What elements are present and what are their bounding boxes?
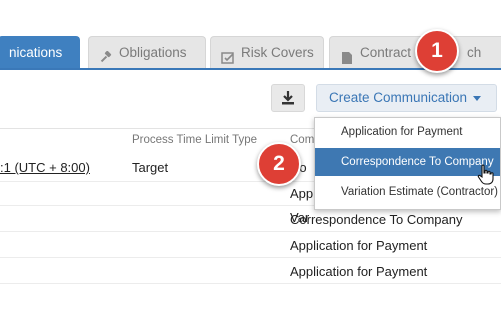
row-divider bbox=[0, 257, 501, 258]
table-cell-type: Target bbox=[132, 160, 169, 175]
document-icon bbox=[340, 45, 354, 64]
tab-label: nications bbox=[9, 45, 63, 60]
tab-label: ch bbox=[467, 45, 482, 60]
step-badge-1: 1 bbox=[415, 29, 459, 73]
dropdown-item-application-for-payment[interactable]: Application for Payment bbox=[315, 118, 500, 146]
table-cell-communication: Application for Payment bbox=[290, 238, 428, 253]
tab-contract[interactable]: Contract bbox=[329, 36, 424, 68]
step-badge-2: 2 bbox=[257, 142, 301, 186]
tab-obligations[interactable]: Obligations bbox=[88, 36, 206, 68]
column-header-communication[interactable]: Com bbox=[290, 134, 314, 146]
create-communication-dropdown: Application for Payment Correspondence T… bbox=[314, 117, 501, 210]
tab-label: Contract bbox=[360, 45, 412, 60]
download-button[interactable] bbox=[271, 84, 305, 112]
table-cell-communication: App bbox=[290, 186, 314, 201]
edit-check-icon bbox=[221, 45, 235, 64]
column-header-process-time-limit-type[interactable]: Process Time Limit Type bbox=[132, 134, 257, 146]
table-cell-communication: Application for Payment bbox=[290, 264, 428, 279]
row-divider bbox=[0, 283, 501, 284]
download-icon bbox=[282, 91, 294, 105]
table-cell-date[interactable]: :1 (UTC + 8:00) bbox=[0, 160, 90, 175]
tab-communications[interactable]: nications bbox=[0, 36, 80, 68]
hand-cursor-icon bbox=[477, 164, 494, 185]
dropdown-item-variation-estimate[interactable]: Variation Estimate (Contractor) bbox=[315, 178, 500, 206]
tab-label: Risk Covers bbox=[241, 45, 314, 60]
tab-risk-covers[interactable]: Risk Covers bbox=[210, 36, 324, 68]
tab-label: Obligations bbox=[119, 45, 187, 60]
create-communication-label: Create Communication bbox=[329, 90, 468, 105]
gavel-icon bbox=[99, 45, 113, 63]
create-communication-button[interactable]: Create Communication bbox=[316, 84, 497, 112]
caret-down-icon bbox=[473, 95, 482, 101]
dropdown-item-correspondence-to-company[interactable]: Correspondence To Company bbox=[315, 148, 500, 176]
table-cell-communication: Correspondence To Company bbox=[290, 212, 463, 227]
row-divider bbox=[0, 231, 501, 232]
